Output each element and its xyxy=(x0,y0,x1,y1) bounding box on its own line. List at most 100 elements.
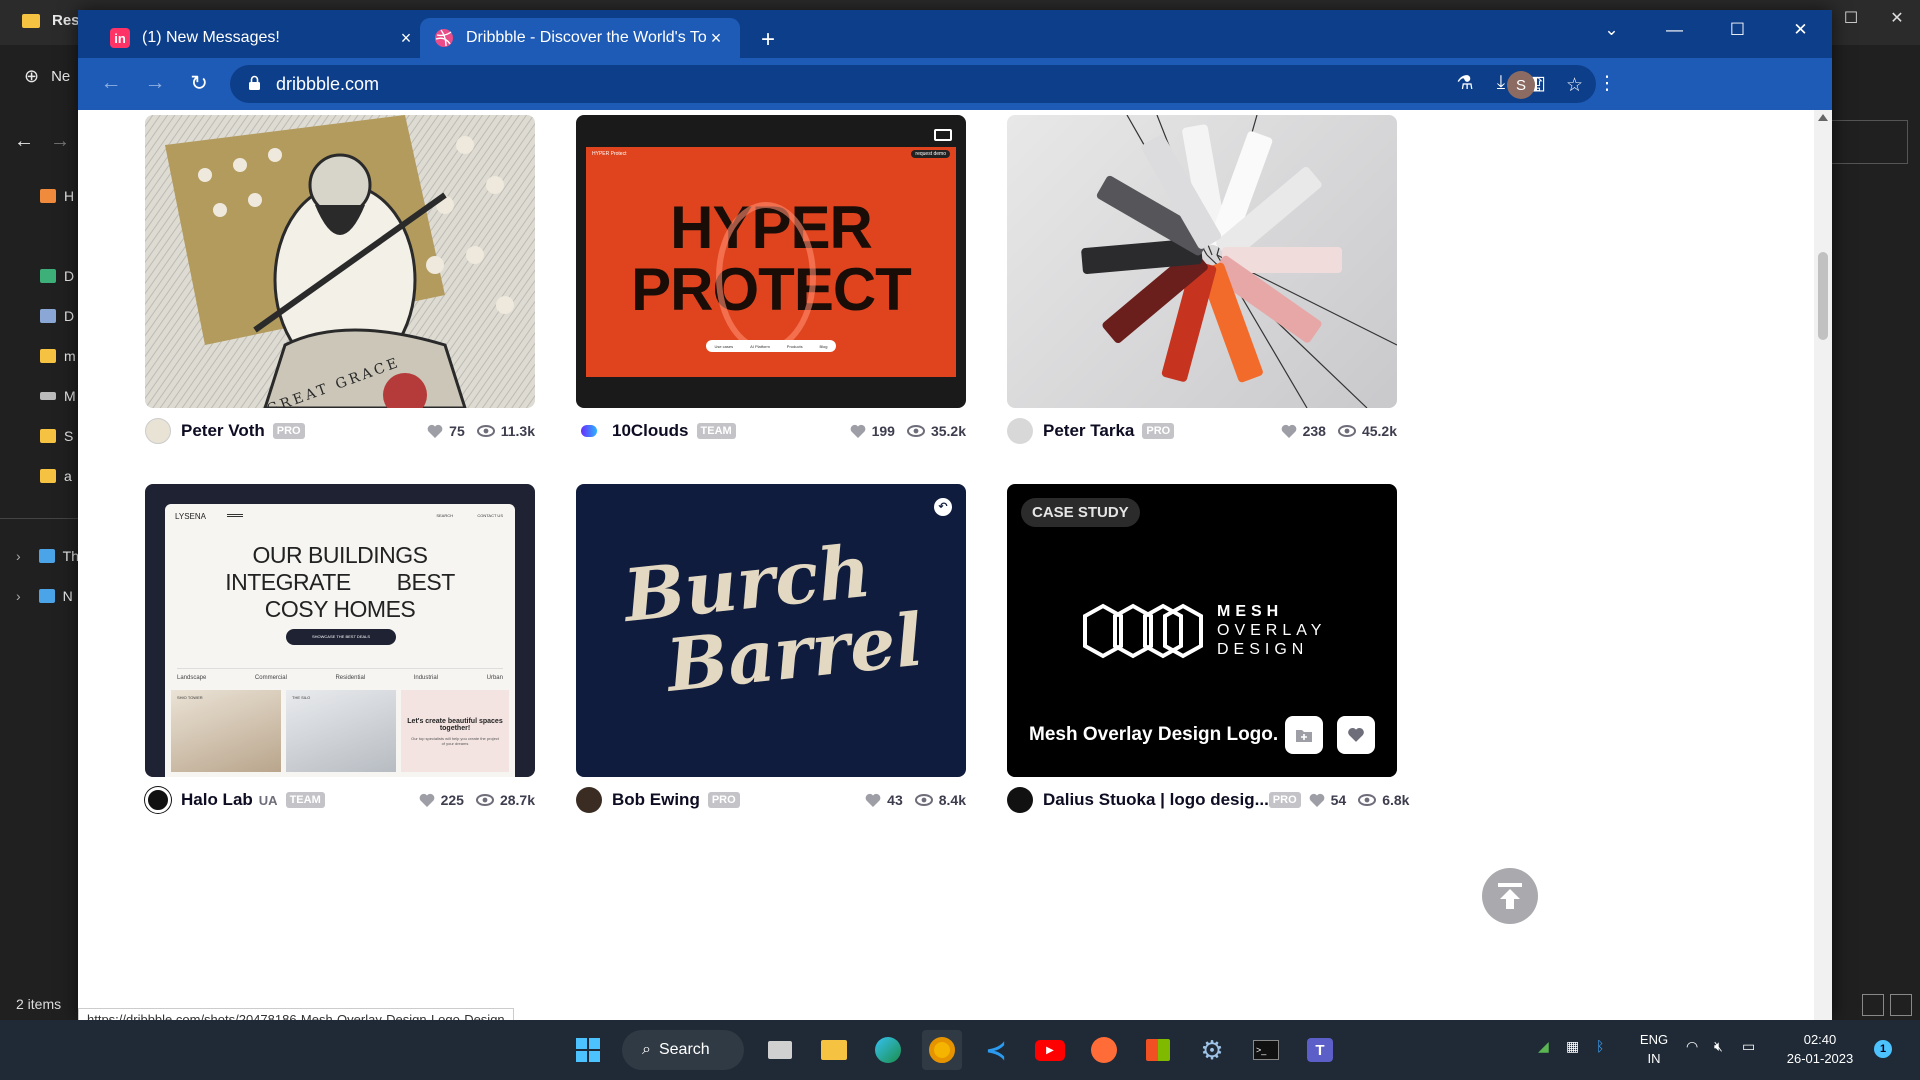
shot-thumbnail[interactable]: HYPER Protect request demo HYPER PROTECT… xyxy=(576,115,966,408)
profile-avatar[interactable]: S xyxy=(1507,71,1535,99)
start-button[interactable] xyxy=(568,1030,608,1070)
reload-button[interactable]: ↻ xyxy=(184,71,214,96)
scroll-up-icon[interactable] xyxy=(1818,114,1828,121)
like-button[interactable] xyxy=(1337,716,1375,754)
youtube-icon[interactable]: ▶ xyxy=(1030,1030,1070,1070)
task-view-icon[interactable] xyxy=(760,1030,800,1070)
address-bar[interactable]: dribbble.com ⇪ ☆ xyxy=(230,65,1596,103)
close-tab-icon[interactable]: × xyxy=(396,28,416,49)
clock[interactable]: 02:40 26-01-2023 xyxy=(1778,1030,1862,1068)
avatar[interactable] xyxy=(576,418,602,444)
bookmark-star-icon[interactable]: ☆ xyxy=(1566,74,1583,97)
minimize-icon[interactable]: — xyxy=(1643,10,1706,50)
heart-icon[interactable] xyxy=(865,793,881,808)
heart-icon[interactable] xyxy=(1281,424,1297,439)
avatar[interactable] xyxy=(1007,418,1033,444)
nvidia-icon[interactable]: ◢ xyxy=(1538,1038,1549,1055)
taskbar-search[interactable]: ⌕ Search xyxy=(622,1030,744,1070)
author-name[interactable]: Bob Ewing xyxy=(612,790,700,810)
author-name[interactable]: 10Clouds xyxy=(612,421,689,441)
page-scrollbar[interactable] xyxy=(1814,110,1832,1020)
edge-icon[interactable] xyxy=(868,1030,908,1070)
tiles-view-icon[interactable] xyxy=(1890,994,1912,1016)
back-to-top-button[interactable] xyxy=(1482,868,1538,924)
bluetooth-icon[interactable]: ᛒ xyxy=(1596,1038,1604,1054)
sidebar-item-folder-a[interactable]: a xyxy=(40,468,72,484)
language-indicator[interactable]: ENG IN xyxy=(1634,1030,1674,1068)
shot-card[interactable]: ↶ Burch Barrel Bob Ewing PRO 43 8.4k xyxy=(576,484,966,813)
shot-title[interactable]: Mesh Overlay Design Logo... xyxy=(1029,724,1279,746)
explorer-tab[interactable]: Res xyxy=(22,12,80,29)
author-name[interactable]: Dalius Stuoka | logo desig... xyxy=(1043,790,1269,810)
headline-line: COSY HOMES xyxy=(264,596,416,622)
terminal-icon[interactable]: >_ xyxy=(1246,1030,1286,1070)
sidebar-item-home[interactable]: H xyxy=(40,188,74,204)
settings-gear-icon[interactable]: ⚙ xyxy=(1192,1030,1232,1070)
forward-button[interactable]: → xyxy=(140,71,170,95)
sidebar-item-drive[interactable]: M xyxy=(40,388,76,404)
sidebar-item-folder-s[interactable]: S xyxy=(40,428,73,444)
shot-thumbnail[interactable]: LYSENA SEARCH CONTACT US OUR BUILDINGS I… xyxy=(145,484,535,777)
shot-thumbnail[interactable] xyxy=(1007,115,1397,408)
back-button[interactable]: ← xyxy=(96,71,126,95)
sidebar-item-folder-m[interactable]: m xyxy=(40,348,76,364)
shot-meta: Halo Lab UA TEAM 225 28.7k xyxy=(145,785,535,815)
details-view-icon[interactable] xyxy=(1862,994,1884,1016)
back-arrow-icon[interactable]: ← xyxy=(14,130,34,153)
avatar[interactable] xyxy=(145,418,171,444)
heart-icon[interactable] xyxy=(427,424,443,439)
forward-arrow-icon[interactable]: → xyxy=(50,130,70,153)
maximize-icon[interactable]: ☐ xyxy=(1828,0,1874,36)
heart-icon[interactable] xyxy=(1309,793,1325,808)
teams-icon[interactable]: T xyxy=(1300,1030,1340,1070)
explorer-status: 2 items xyxy=(16,996,62,1012)
battery-icon[interactable]: ▭ xyxy=(1742,1038,1755,1055)
shot-card[interactable]: GREAT GRACE Peter Voth PRO 75 11.3k xyxy=(145,115,535,444)
shot-thumbnail[interactable]: CASE STUDY MESH OVERLAY DESIGN Mesh Over… xyxy=(1007,484,1397,777)
new-tab-button[interactable]: + xyxy=(754,26,782,54)
rebound-icon: ↶ xyxy=(934,498,952,516)
scrollbar-thumb[interactable] xyxy=(1818,252,1828,340)
menu-kebab-icon[interactable]: ⋮ xyxy=(1594,72,1620,95)
tab-new-messages[interactable]: in (1) New Messages! × xyxy=(96,18,430,58)
sidebar-item-downloads[interactable]: D xyxy=(40,268,74,284)
shot-thumbnail[interactable]: ↶ Burch Barrel xyxy=(576,484,966,777)
shot-card[interactable]: Peter Tarka PRO 238 45.2k xyxy=(1007,115,1397,444)
device-icon[interactable]: ▦ xyxy=(1566,1038,1579,1055)
author-name[interactable]: Peter Voth xyxy=(181,421,265,441)
sidebar-item-network[interactable]: › N xyxy=(16,588,73,604)
maximize-icon[interactable]: ☐ xyxy=(1706,10,1769,50)
avatar[interactable] xyxy=(576,787,602,813)
wifi-icon[interactable]: ◠ xyxy=(1686,1038,1698,1055)
save-to-collection-button[interactable] xyxy=(1285,716,1323,754)
speaker-muted-icon[interactable]: 🔇︎ xyxy=(1714,1038,1723,1055)
shot-card[interactable]: CASE STUDY MESH OVERLAY DESIGN Mesh Over… xyxy=(1007,484,1409,813)
shot-card[interactable]: HYPER Protect request demo HYPER PROTECT… xyxy=(576,115,966,444)
shot-card[interactable]: LYSENA SEARCH CONTACT US OUR BUILDINGS I… xyxy=(145,484,535,813)
author-name[interactable]: Peter Tarka xyxy=(1043,421,1134,441)
sidebar-item-this-pc[interactable]: › Th xyxy=(16,548,79,564)
notification-badge[interactable]: 1 xyxy=(1874,1040,1892,1058)
heart-icon[interactable] xyxy=(419,793,435,808)
clock-time: 02:40 xyxy=(1803,1032,1837,1047)
vscode-icon[interactable]: ≺ xyxy=(976,1030,1016,1070)
explorer-search-box[interactable] xyxy=(1830,120,1908,164)
tab-search-icon[interactable]: ⌄ xyxy=(1580,10,1643,50)
explorer-new-button[interactable]: ⊕ Ne xyxy=(24,66,70,87)
avatar[interactable] xyxy=(145,787,171,813)
lab-flask-icon[interactable]: ⚗ xyxy=(1452,72,1478,95)
close-tab-icon[interactable]: × xyxy=(706,28,726,49)
sidebar-item-documents[interactable]: D xyxy=(40,308,74,324)
store-icon[interactable] xyxy=(1138,1030,1178,1070)
tab-dribbble[interactable]: Dribbble - Discover the World's Top Desi… xyxy=(420,18,740,58)
close-icon[interactable]: ✕ xyxy=(1769,10,1832,50)
author-name[interactable]: Halo Lab xyxy=(181,790,253,810)
close-icon[interactable]: ✕ xyxy=(1874,0,1920,36)
chrome-canary-icon[interactable] xyxy=(922,1030,962,1070)
shot-thumbnail[interactable]: GREAT GRACE xyxy=(145,115,535,408)
heart-icon[interactable] xyxy=(850,424,866,439)
shot-meta: Peter Voth PRO 75 11.3k xyxy=(145,416,535,446)
postman-icon[interactable] xyxy=(1084,1030,1124,1070)
file-explorer-icon[interactable] xyxy=(814,1030,854,1070)
avatar[interactable] xyxy=(1007,787,1033,813)
